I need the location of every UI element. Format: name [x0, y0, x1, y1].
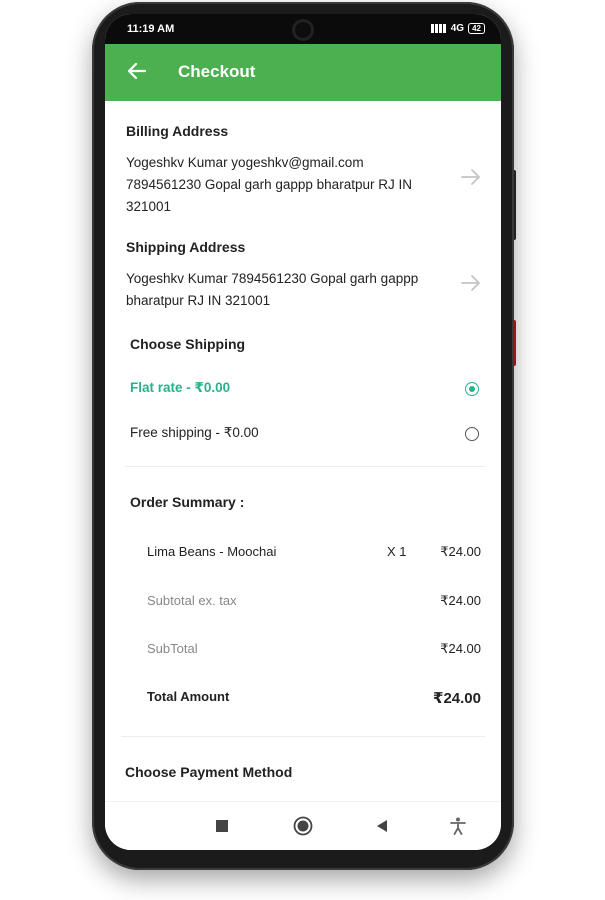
- shipping-arrow-icon[interactable]: [459, 273, 483, 293]
- shipping-option-flat-rate[interactable]: Flat rate - ₹0.00: [130, 380, 230, 396]
- item-quantity: X 1: [387, 544, 407, 559]
- shipping-address-text[interactable]: Yogeshkv Kumar 7894561230 Gopal garh gap…: [126, 268, 446, 312]
- subtotal-ex-tax-label: Subtotal ex. tax: [147, 593, 237, 608]
- free-shipping-radio[interactable]: [465, 427, 479, 441]
- total-amount-value: ₹24.00: [433, 690, 481, 707]
- battery-icon: 42: [468, 23, 485, 34]
- system-nav-bar: [105, 801, 501, 850]
- status-icons: 4G 42: [430, 23, 485, 34]
- billing-address-text[interactable]: Yogeshkv Kumar yogeshkv@gmail.com 789456…: [126, 152, 446, 218]
- billing-line-1: Yogeshkv Kumar yogeshkv@gmail.com: [126, 155, 364, 170]
- subtotal-ex-tax-value: ₹24.00: [440, 593, 481, 608]
- subtotal-value: ₹24.00: [440, 641, 481, 656]
- billing-line-2: 7894561230 Gopal garh gappp bharatpur RJ…: [126, 177, 412, 192]
- status-time: 11:19 AM: [127, 23, 175, 35]
- front-camera: [295, 22, 311, 38]
- choose-shipping-title: Choose Shipping: [130, 336, 246, 352]
- phone-screen: 11:19 AM 4G 42 Checkout Billing Address …: [105, 14, 501, 850]
- shipping-line-1: Yogeshkv Kumar 7894561230 Gopal garh gap…: [126, 271, 419, 286]
- divider: [121, 736, 485, 737]
- network-type: 4G: [450, 23, 465, 34]
- billing-address-title: Billing Address: [126, 123, 229, 139]
- subtotal-label: SubTotal: [147, 641, 198, 656]
- app-bar: Checkout: [105, 44, 501, 101]
- home-icon[interactable]: [293, 816, 313, 836]
- shipping-option-free[interactable]: Free shipping - ₹0.00: [130, 425, 259, 441]
- payment-method-title[interactable]: Choose Payment Method: [125, 764, 292, 780]
- shipping-line-2: bharatpur RJ IN 321001: [126, 293, 271, 308]
- divider: [125, 466, 485, 467]
- recents-icon[interactable]: [212, 816, 232, 836]
- billing-line-3: 321001: [126, 199, 172, 214]
- flat-rate-radio[interactable]: [465, 382, 479, 396]
- page-title: Checkout: [178, 62, 256, 81]
- order-summary-title: Order Summary :: [130, 494, 245, 510]
- back-icon[interactable]: [372, 816, 392, 836]
- item-name: Lima Beans - Moochai: [147, 544, 277, 559]
- accessibility-icon[interactable]: [448, 816, 468, 836]
- shipping-address-title: Shipping Address: [126, 239, 246, 255]
- signal-icon: [430, 24, 447, 33]
- checkout-content: Billing Address Yogeshkv Kumar yogeshkv@…: [105, 101, 501, 801]
- back-arrow-icon[interactable]: [125, 59, 149, 83]
- billing-arrow-icon[interactable]: [459, 167, 483, 187]
- item-price: ₹24.00: [440, 544, 481, 559]
- total-amount-label: Total Amount: [147, 689, 230, 704]
